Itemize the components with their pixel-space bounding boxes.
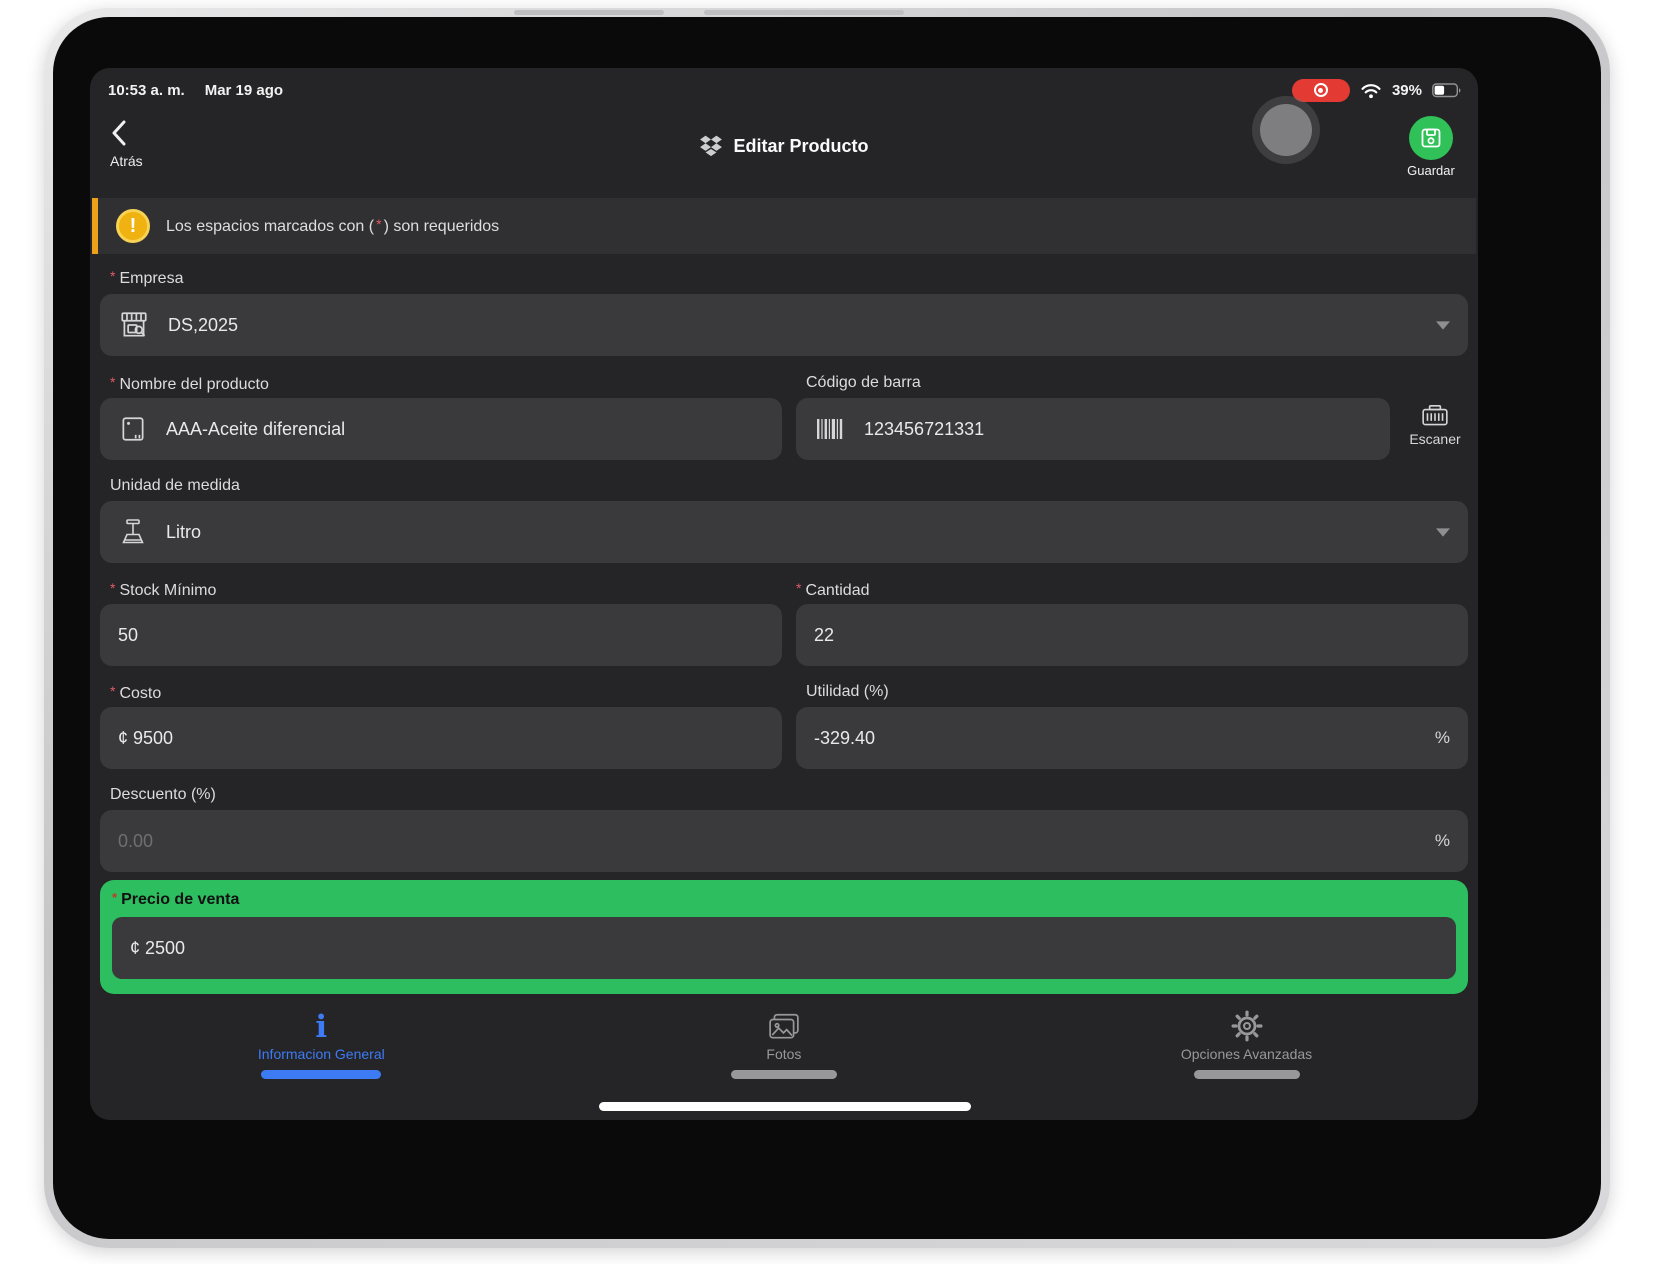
scan-barcode-button[interactable]: Escaner bbox=[1400, 404, 1470, 447]
barcode-icon bbox=[814, 417, 846, 441]
codigo-value: 123456721331 bbox=[864, 419, 984, 440]
scan-label: Escaner bbox=[1409, 431, 1460, 447]
screenshot-stage: 10:53 a. m. Mar 19 ago 39% bbox=[0, 0, 1654, 1264]
required-asterisk: * bbox=[112, 890, 117, 905]
photos-icon bbox=[768, 1012, 800, 1042]
precio-value: ¢ 2500 bbox=[130, 938, 185, 959]
chevron-down-icon bbox=[1436, 528, 1450, 537]
required-asterisk: * bbox=[110, 683, 115, 699]
utilidad-label: Utilidad (%) bbox=[806, 683, 889, 701]
nombre-input[interactable]: AAA-Aceite diferencial bbox=[100, 398, 782, 460]
store-icon bbox=[118, 309, 150, 341]
top-button bbox=[514, 10, 664, 15]
costo-value: ¢ 9500 bbox=[118, 728, 173, 749]
empresa-value: DS,2025 bbox=[168, 315, 238, 336]
required-asterisk: * bbox=[110, 268, 115, 284]
scanner-icon bbox=[1421, 404, 1449, 428]
required-asterisk: * bbox=[110, 374, 115, 390]
tab-opciones-avanzadas[interactable]: Opciones Avanzadas bbox=[1015, 1006, 1478, 1086]
info-icon: i bbox=[315, 1012, 327, 1042]
codigo-label: Código de barra bbox=[806, 374, 921, 392]
bottom-tab-bar: i Informacion General Fotos bbox=[90, 1006, 1478, 1086]
descuento-placeholder: 0.00 bbox=[118, 831, 153, 852]
stock-label: *Stock Mínimo bbox=[110, 580, 216, 600]
tab-fotos[interactable]: Fotos bbox=[553, 1006, 1016, 1086]
tab-indicator bbox=[731, 1070, 837, 1079]
codigo-input[interactable]: 123456721331 bbox=[796, 398, 1390, 460]
descuento-input[interactable]: 0.00 % bbox=[100, 810, 1468, 872]
required-asterisk: * bbox=[110, 580, 115, 596]
cantidad-label: *Cantidad bbox=[796, 580, 870, 600]
nombre-value: AAA-Aceite diferencial bbox=[166, 419, 345, 440]
tab-indicator bbox=[1194, 1070, 1300, 1079]
cantidad-input[interactable]: 22 bbox=[796, 604, 1468, 666]
costo-label: *Costo bbox=[110, 683, 161, 703]
scale-icon bbox=[118, 517, 148, 547]
required-asterisk: * bbox=[796, 580, 801, 596]
precio-input[interactable]: ¢ 2500 bbox=[112, 917, 1456, 979]
tab-label: Opciones Avanzadas bbox=[1181, 1046, 1312, 1062]
unidad-value: Litro bbox=[166, 522, 201, 543]
percent-suffix: % bbox=[1435, 728, 1450, 748]
utilidad-input[interactable]: -329.40 % bbox=[796, 707, 1468, 769]
empresa-label: *Empresa bbox=[110, 268, 183, 288]
costo-input[interactable]: ¢ 9500 bbox=[100, 707, 782, 769]
nombre-label: *Nombre del producto bbox=[110, 374, 269, 394]
form-content: *Empresa DS,2025 bbox=[100, 68, 1470, 1120]
tab-indicator bbox=[261, 1070, 381, 1079]
unidad-label: Unidad de medida bbox=[110, 477, 240, 495]
percent-suffix: % bbox=[1435, 831, 1450, 851]
home-indicator[interactable] bbox=[599, 1102, 971, 1111]
chevron-down-icon bbox=[1436, 321, 1450, 330]
tab-informacion-general[interactable]: i Informacion General bbox=[90, 1006, 553, 1086]
cantidad-value: 22 bbox=[814, 625, 834, 646]
tab-label: Fotos bbox=[766, 1046, 801, 1062]
gear-icon bbox=[1231, 1010, 1263, 1042]
tab-label: Informacion General bbox=[258, 1046, 385, 1062]
descuento-label: Descuento (%) bbox=[110, 786, 216, 804]
stock-input[interactable]: 50 bbox=[100, 604, 782, 666]
app-screen: 10:53 a. m. Mar 19 ago 39% bbox=[90, 68, 1478, 1120]
package-icon bbox=[118, 414, 148, 444]
unidad-select[interactable]: Litro bbox=[100, 501, 1468, 563]
stock-value: 50 bbox=[118, 625, 138, 646]
top-button bbox=[704, 10, 904, 15]
precio-label: *Precio de venta bbox=[112, 890, 1456, 909]
precio-venta-card: *Precio de venta ¢ 2500 bbox=[100, 880, 1468, 994]
empresa-select[interactable]: DS,2025 bbox=[100, 294, 1468, 356]
utilidad-value: -329.40 bbox=[814, 728, 875, 749]
